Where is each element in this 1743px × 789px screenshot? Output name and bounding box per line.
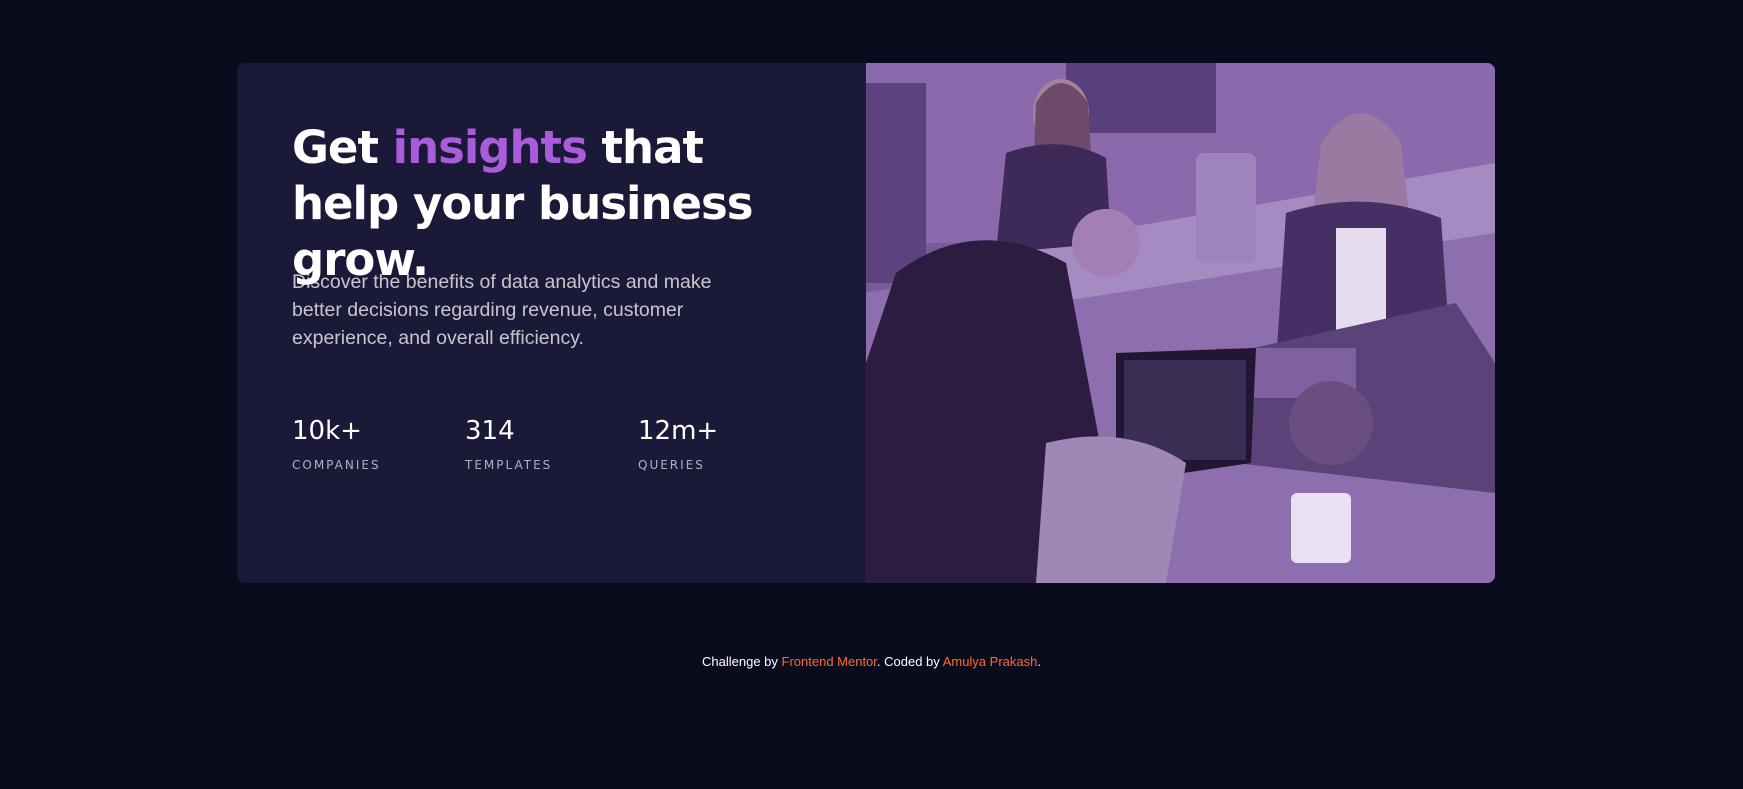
stat-value: 314 <box>465 416 515 446</box>
stat-label: TEMPLATES <box>465 458 553 472</box>
stats-row: 10k+ COMPANIES 314 TEMPLATES 12m+ QUERIE… <box>292 415 811 472</box>
photo-illustration <box>866 63 1495 583</box>
hero-description: Discover the benefits of data analytics … <box>292 271 712 349</box>
hero-text-panel: Get insights that help your business gro… <box>237 63 866 583</box>
attribution-footer: Challenge by Frontend Mentor. Coded by A… <box>0 654 1743 669</box>
hero-card: Get insights that help your business gro… <box>237 63 1495 583</box>
author-link[interactable]: Amulya Prakash <box>943 654 1038 669</box>
office-team-photo <box>866 63 1495 583</box>
stat-companies: 10k+ COMPANIES <box>292 415 465 472</box>
attribution-middle: . Coded by <box>876 654 943 669</box>
stat-label: COMPANIES <box>292 458 381 472</box>
attribution-prefix: Challenge by <box>702 654 782 669</box>
stat-label: QUERIES <box>638 458 705 472</box>
stat-templates: 314 TEMPLATES <box>465 415 638 472</box>
stat-value: 10k+ <box>292 416 362 446</box>
headline-start: Get <box>292 121 393 174</box>
stat-queries: 12m+ QUERIES <box>638 415 811 472</box>
stat-value: 12m+ <box>638 416 719 446</box>
headline-accent: insights <box>392 121 588 174</box>
page-title: Get insights that help your business gro… <box>292 120 812 288</box>
frontend-mentor-link[interactable]: Frontend Mentor <box>782 654 877 669</box>
attribution-suffix: . <box>1037 654 1041 669</box>
